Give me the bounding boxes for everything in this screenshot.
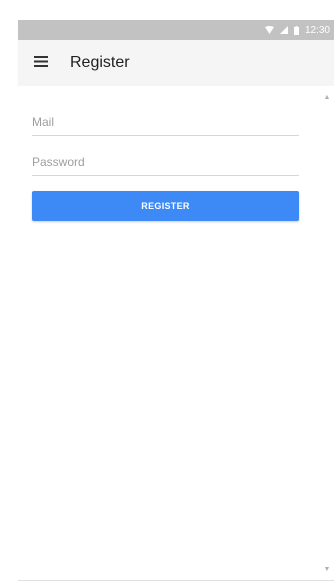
app-toolbar: Register xyxy=(18,40,334,86)
register-form: REGISTER xyxy=(18,86,320,580)
scrollbar[interactable]: ▲ ▼ xyxy=(320,86,334,580)
mail-input[interactable] xyxy=(32,115,299,129)
bottom-divider xyxy=(18,580,334,581)
password-input[interactable] xyxy=(32,155,299,169)
menu-button[interactable] xyxy=(18,40,64,86)
scroll-down-arrow-icon[interactable]: ▼ xyxy=(320,562,334,576)
status-time: 12:30 xyxy=(304,24,330,36)
cellular-signal-icon xyxy=(279,26,288,34)
page-title: Register xyxy=(70,54,130,71)
register-button[interactable]: REGISTER xyxy=(32,191,299,221)
wifi-icon xyxy=(264,26,274,34)
status-icons: 12:30 xyxy=(264,22,330,38)
password-field-container xyxy=(32,136,299,176)
scroll-up-arrow-icon[interactable]: ▲ xyxy=(320,90,334,104)
battery-icon xyxy=(293,25,299,35)
status-bar-strip: 12:30 xyxy=(18,20,334,40)
hamburger-menu-icon xyxy=(34,54,48,72)
mail-field-container xyxy=(32,96,299,136)
status-bar: 12:30 xyxy=(0,0,334,40)
